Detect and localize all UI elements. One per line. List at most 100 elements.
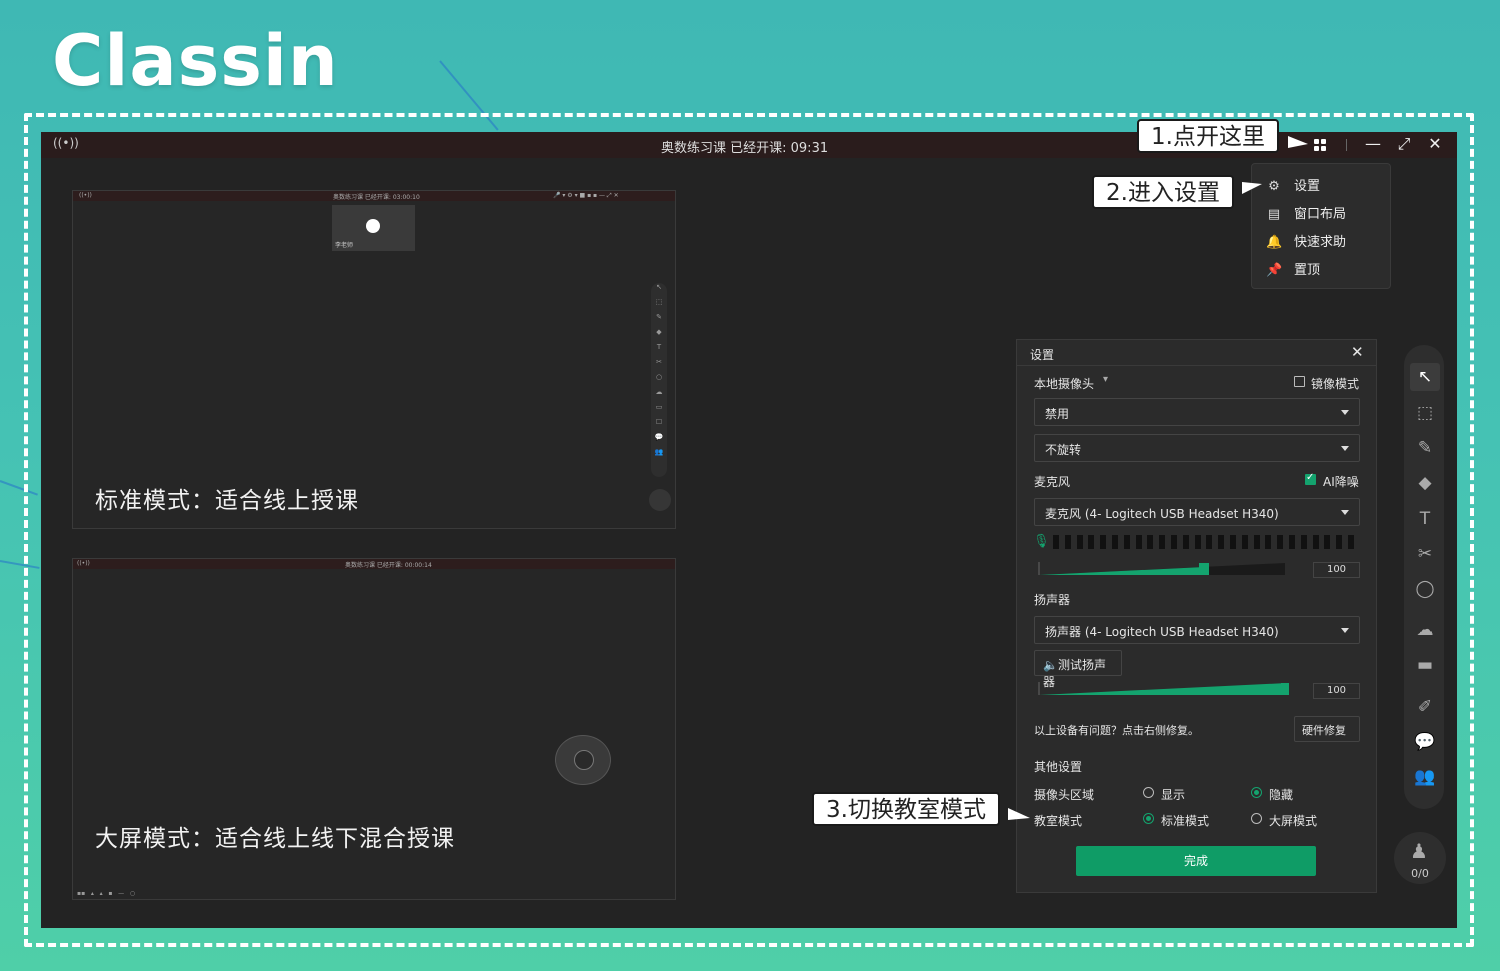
window-title: 奥数练习课 已经开课: 09:31 <box>661 141 829 156</box>
camera-area-show-label: 显示 <box>1161 788 1186 802</box>
speaker-select[interactable]: 扬声器 (4- Logitech USB Headset H340) <box>1034 616 1360 644</box>
teacher-name: 李老师 <box>335 242 354 249</box>
chevron-down-icon <box>1341 446 1349 451</box>
shape-icon: ○ <box>655 373 663 381</box>
live-signal-icon: ((•)) <box>77 560 90 567</box>
menu-item-layout[interactable]: ▤ 窗口布局 <box>1266 203 1346 223</box>
level-segment <box>1147 535 1154 549</box>
speaker-volume-slider[interactable] <box>1037 681 1289 695</box>
chevron-down-icon[interactable]: ▾ <box>1103 374 1108 385</box>
eraser-icon[interactable]: ◆ <box>1410 469 1440 497</box>
callout-step2-tail <box>1242 182 1262 194</box>
mirror-label: 镜像模式 <box>1311 377 1360 391</box>
level-segment <box>1218 535 1225 549</box>
ai-denoise-checkbox[interactable] <box>1305 472 1316 485</box>
mode-bigscreen-label: 大屏模式 <box>1269 814 1318 828</box>
mode-standard-radio[interactable] <box>1143 813 1154 824</box>
menu-item-label: 置顶 <box>1294 263 1321 278</box>
chevron-down-icon <box>1341 628 1349 633</box>
chat-icon[interactable]: 💬 <box>1410 728 1440 756</box>
camera-label: 本地摄像头 <box>1034 377 1095 391</box>
layout-icon: ▤ <box>1267 207 1281 222</box>
bell-icon: 🔔 <box>1266 235 1283 250</box>
menu-item-label: 窗口布局 <box>1294 207 1347 222</box>
callout-step1: 1.点开这里 <box>1137 119 1279 153</box>
mode-bigscreen-radio[interactable] <box>1251 813 1262 824</box>
level-segment <box>1253 535 1260 549</box>
live-signal-icon: ((•)) <box>53 136 79 150</box>
level-segment <box>1088 535 1095 549</box>
preview-title: 奥数练习课 已经开课: 03:00:10 <box>333 194 420 201</box>
speaker-icon: 🔈 <box>1043 658 1058 672</box>
level-segment <box>1300 535 1307 549</box>
level-segment <box>1194 535 1201 549</box>
camera-area-hide-label: 隐藏 <box>1269 788 1294 802</box>
restore-button[interactable]: ⤢ <box>1393 134 1415 154</box>
scissors-icon[interactable]: ✂ <box>1410 540 1440 568</box>
preview-titlebar: ((•)) 奥数练习课 已经开课: 00:00:14 <box>73 559 675 569</box>
callout-step1-tail <box>1288 136 1308 148</box>
level-segment <box>1348 535 1354 549</box>
minimize-button[interactable]: — <box>1362 134 1384 153</box>
users-icon: 👥 <box>654 448 664 456</box>
test-speaker-button[interactable]: 🔈测试扬声器 <box>1034 650 1122 689</box>
slider-handle <box>1199 563 1209 575</box>
settings-panel: 设置 ✕ 本地摄像头 ▾ 镜像模式 禁用 不旋转 麦克风 AI降噪 麦克风 (4… <box>1016 339 1377 893</box>
level-segment <box>1171 535 1177 549</box>
tool-wheel <box>555 735 611 785</box>
level-segment <box>1123 535 1130 549</box>
level-segment <box>1053 535 1059 549</box>
mic-select[interactable]: 麦克风 (4- Logitech USB Headset H340) <box>1034 498 1360 526</box>
close-button[interactable]: ✕ <box>1424 134 1446 153</box>
mirror-checkbox[interactable] <box>1294 376 1305 387</box>
rotate-select[interactable]: 不旋转 <box>1034 434 1360 462</box>
slider-handle <box>1281 683 1289 695</box>
pen-icon[interactable]: ✎ <box>1410 434 1440 462</box>
menu-item-help[interactable]: 🔔 快速求助 <box>1266 231 1346 251</box>
camera-area-show-radio[interactable] <box>1143 787 1154 798</box>
select-icon[interactable]: ⬚ <box>1410 399 1440 427</box>
repair-button[interactable]: 硬件修复 <box>1294 716 1360 742</box>
mic-icon: 🎤 ▾ ⚙ ▾ ■ ▪ ▪ — ⤢ ✕ <box>553 192 619 199</box>
users-icon[interactable]: 👥 <box>1410 763 1440 791</box>
chevron-down-icon <box>1341 510 1349 515</box>
close-icon[interactable]: ✕ <box>1351 343 1364 361</box>
bottom-toolbar: ▪▪ ▴ ▴ ▪ — ○ <box>77 890 136 897</box>
repair-hint: 以上设备有问题？点击右侧修复。 <box>1034 724 1199 737</box>
menu-item-pin[interactable]: 📌 置顶 <box>1266 259 1320 279</box>
camera-select[interactable]: 禁用 <box>1034 398 1360 426</box>
standard-mode-preview: ((•)) 奥数练习课 已经开课: 03:00:10 🎤 ▾ ⚙ ▾ ■ ▪ ▪… <box>72 190 676 529</box>
text-icon: T <box>656 343 662 351</box>
camera-area-hide-radio[interactable] <box>1251 787 1262 798</box>
mic-value: 麦克风 (4- Logitech USB Headset H340) <box>1045 507 1279 521</box>
level-segment <box>1289 535 1295 549</box>
rotate-value: 不旋转 <box>1045 443 1082 457</box>
edit-icon: ☐ <box>655 418 663 426</box>
level-segment <box>1241 535 1248 549</box>
mic-volume-slider[interactable] <box>1037 561 1289 575</box>
done-button[interactable]: 完成 <box>1076 846 1316 876</box>
callout-step2: 2.进入设置 <box>1092 175 1234 209</box>
classroom-mode-label: 教室模式 <box>1034 814 1083 828</box>
speaker-volume-value[interactable]: 100 <box>1313 683 1360 699</box>
more-menu: ⚙ 设置 ▤ 窗口布局 🔔 快速求助 📌 置顶 <box>1251 163 1391 289</box>
apps-grid-icon[interactable] <box>1314 139 1326 151</box>
menu-item-settings[interactable]: ⚙ 设置 <box>1266 175 1320 195</box>
level-segment <box>1135 535 1142 549</box>
seat-button[interactable]: ♟ 0/0 <box>1394 832 1446 884</box>
gear-icon: ⚙ <box>1268 179 1280 194</box>
edit-icon[interactable]: ✐ <box>1410 693 1440 721</box>
standard-mode-caption: 标准模式：适合线上授课 <box>95 488 359 514</box>
cloud-icon[interactable]: ☁ <box>1410 616 1440 644</box>
mic-volume-value[interactable]: 100 <box>1313 562 1360 578</box>
eraser-icon: ◆ <box>656 328 662 336</box>
shape-icon[interactable]: ◯ <box>1410 575 1440 603</box>
toolbox-icon[interactable]: ▬ <box>1410 651 1440 679</box>
text-icon[interactable]: T <box>1410 505 1440 533</box>
level-segment <box>1312 535 1319 549</box>
level-segment <box>1064 535 1071 549</box>
camera-value: 禁用 <box>1045 407 1070 421</box>
pointer-icon[interactable]: ↖ <box>1410 363 1440 391</box>
speaker-value: 扬声器 (4- Logitech USB Headset H340) <box>1045 625 1279 639</box>
cloud-icon: ☁ <box>655 388 663 396</box>
